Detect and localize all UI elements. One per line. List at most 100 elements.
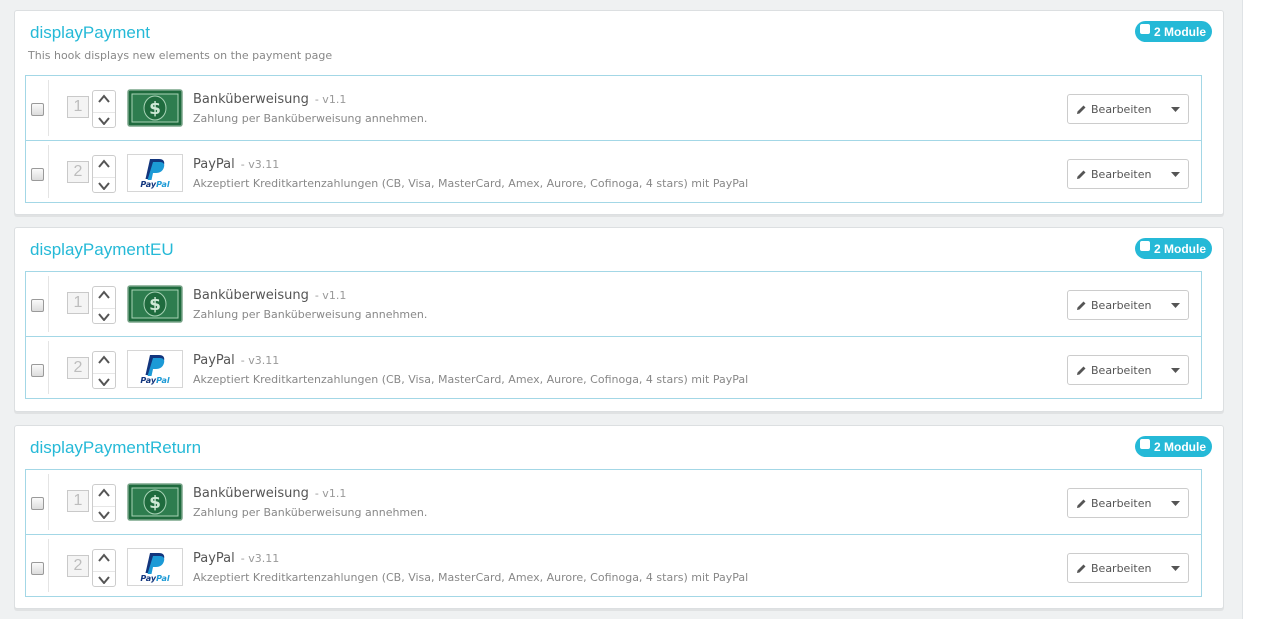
pencil-icon [1077, 105, 1086, 114]
module-select-checkbox[interactable] [31, 103, 44, 116]
module-name-line: PayPal - v3.11 [193, 353, 279, 368]
pencil-icon [1077, 170, 1086, 179]
module-name: PayPal [193, 353, 235, 368]
edit-button-group: Bearbeiten [1067, 159, 1189, 189]
module-position: 1 [67, 96, 89, 118]
hook-title: displayPaymentEU [30, 240, 174, 259]
position-arrows [92, 155, 116, 193]
chevron-down-icon [98, 313, 110, 321]
module-version: - v1.1 [314, 93, 347, 106]
pencil-icon [1077, 564, 1086, 573]
module-logo: PayPal [127, 154, 183, 192]
edit-button-group: Bearbeiten [1067, 553, 1189, 583]
edit-button-label: Bearbeiten [1091, 363, 1152, 377]
module-select-checkbox[interactable] [31, 497, 44, 510]
svg-text:$: $ [149, 493, 161, 513]
svg-text:$: $ [149, 295, 161, 315]
module-count-badge[interactable]: 2 Module [1134, 436, 1212, 457]
chevron-up-icon [98, 553, 110, 562]
edit-button[interactable]: Bearbeiten [1068, 95, 1162, 123]
module-version: - v3.11 [240, 552, 280, 565]
move-up-button[interactable] [93, 488, 115, 506]
module-count-badge[interactable]: 2 Module [1134, 21, 1212, 42]
pencil-icon [1077, 366, 1086, 375]
module-row: 1 $ Banküberweisung - v1.1 Zahlung per Ba… [26, 470, 1201, 534]
chevron-down-icon [98, 576, 110, 584]
module-position: 1 [67, 292, 89, 314]
module-select-checkbox[interactable] [31, 299, 44, 312]
module-select-checkbox[interactable] [31, 364, 44, 377]
row-divider [48, 80, 49, 136]
svg-text:$: $ [149, 99, 161, 119]
edit-button-label: Bearbeiten [1091, 561, 1152, 575]
move-down-button[interactable] [93, 373, 115, 392]
module-position: 2 [67, 161, 89, 183]
move-up-button[interactable] [93, 553, 115, 571]
select-all-checkbox-icon[interactable] [1139, 24, 1150, 34]
edit-button[interactable]: Bearbeiten [1068, 291, 1162, 319]
module-list: 1 $ Banküberweisung - v1.1 Zahlung per Ba… [25, 271, 1202, 399]
module-description: Akzeptiert Kreditkartenzahlungen (CB, Vi… [193, 177, 749, 190]
module-count-badge[interactable]: 2 Module [1134, 238, 1212, 259]
caret-down-icon [1170, 565, 1180, 571]
module-count-label: 2 Module [1153, 24, 1206, 39]
caret-down-icon [1170, 500, 1180, 506]
module-select-checkbox[interactable] [31, 562, 44, 575]
edit-button[interactable]: Bearbeiten [1068, 160, 1162, 188]
edit-dropdown-toggle[interactable] [1162, 291, 1188, 319]
move-up-button[interactable] [93, 355, 115, 373]
move-up-button[interactable] [93, 159, 115, 177]
row-divider [48, 145, 49, 198]
module-row: 2 PayPal PayPal - v3.11 Akzeptiert Kredit… [26, 336, 1201, 398]
module-description: Zahlung per Banküberweisung annehmen. [193, 112, 428, 125]
edit-dropdown-toggle[interactable] [1162, 356, 1188, 384]
module-row: 2 PayPal PayPal - v3.11 Akzeptiert Kredit… [26, 534, 1201, 596]
edit-button-group: Bearbeiten [1067, 488, 1189, 518]
module-name-line: PayPal - v3.11 [193, 551, 279, 566]
bankwire-cash-icon: $ [127, 89, 183, 127]
caret-down-icon [1170, 302, 1180, 308]
select-all-checkbox-icon[interactable] [1139, 439, 1150, 449]
move-down-button[interactable] [93, 112, 115, 131]
edit-button-group: Bearbeiten [1067, 94, 1189, 124]
module-version: - v1.1 [314, 289, 347, 302]
svg-text:PayPal: PayPal [140, 180, 169, 189]
module-position: 1 [67, 490, 89, 512]
module-list: 1 $ Banküberweisung - v1.1 Zahlung per Ba… [25, 469, 1202, 597]
paypal-logo-icon: PayPal [140, 355, 170, 385]
move-down-button[interactable] [93, 571, 115, 590]
module-description: Akzeptiert Kreditkartenzahlungen (CB, Vi… [193, 571, 749, 584]
module-select-checkbox[interactable] [31, 168, 44, 181]
select-all-checkbox-icon[interactable] [1139, 241, 1150, 251]
edit-dropdown-toggle[interactable] [1162, 554, 1188, 582]
edit-dropdown-toggle[interactable] [1162, 95, 1188, 123]
edit-button[interactable]: Bearbeiten [1068, 554, 1162, 582]
row-divider [48, 341, 49, 394]
module-name-line: Banküberweisung - v1.1 [193, 288, 346, 303]
module-count-label: 2 Module [1153, 439, 1206, 454]
position-arrows [92, 351, 116, 389]
module-position: 2 [67, 357, 89, 379]
move-down-button[interactable] [93, 506, 115, 525]
module-name: PayPal [193, 551, 235, 566]
edit-button-label: Bearbeiten [1091, 298, 1152, 312]
chevron-up-icon [98, 488, 110, 497]
chevron-up-icon [98, 290, 110, 299]
edit-button-label: Bearbeiten [1091, 167, 1152, 181]
position-arrows [92, 90, 116, 128]
edit-button[interactable]: Bearbeiten [1068, 489, 1162, 517]
move-up-button[interactable] [93, 290, 115, 308]
module-version: - v3.11 [240, 158, 280, 171]
move-down-button[interactable] [93, 308, 115, 327]
module-name: Banküberweisung [193, 288, 309, 303]
hook-title: displayPayment [30, 23, 151, 42]
module-logo: $ [127, 89, 183, 127]
position-arrows [92, 484, 116, 522]
module-name-line: PayPal - v3.11 [193, 157, 279, 172]
move-down-button[interactable] [93, 177, 115, 196]
edit-dropdown-toggle[interactable] [1162, 160, 1188, 188]
row-divider [48, 539, 49, 592]
move-up-button[interactable] [93, 94, 115, 112]
edit-dropdown-toggle[interactable] [1162, 489, 1188, 517]
edit-button[interactable]: Bearbeiten [1068, 356, 1162, 384]
